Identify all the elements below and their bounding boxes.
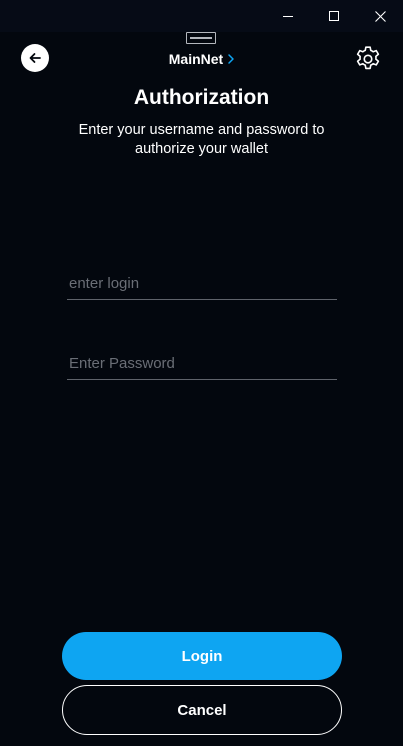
close-icon [374,10,386,22]
arrow-left-icon [29,53,41,63]
settings-button[interactable] [352,43,384,75]
title-bar [0,0,403,32]
maximize-icon [329,11,339,21]
login-input[interactable] [67,269,339,297]
network-label: MainNet [168,51,224,67]
drag-handle-line [190,37,212,39]
gear-icon [356,46,380,70]
network-selector[interactable]: MainNet [140,49,264,69]
page-title: Authorization [133,86,270,109]
drag-handle[interactable] [186,32,216,44]
login-field [67,269,339,300]
password-field [67,349,339,380]
app-window: MainNet Authorization Enter your usernam… [0,0,403,746]
minimize-button[interactable] [265,0,311,32]
password-input[interactable] [67,349,339,377]
maximize-button[interactable] [311,0,357,32]
minimize-icon [283,15,293,17]
page-subtitle: Enter your username and password to auth… [78,122,325,157]
login-button[interactable]: Login [62,632,342,680]
back-button[interactable] [21,44,49,72]
close-button[interactable] [357,0,403,32]
cancel-button[interactable]: Cancel [62,685,342,735]
chevron-right-icon [227,53,235,65]
